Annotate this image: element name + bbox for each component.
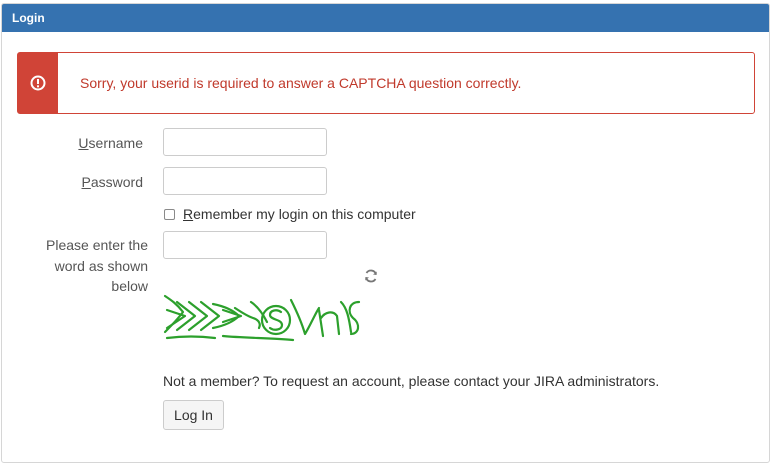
remember-me-checkbox[interactable] xyxy=(164,208,175,220)
captcha-image xyxy=(163,294,361,342)
refresh-icon[interactable] xyxy=(363,268,379,284)
captcha-label: Please enter the word as shown below xyxy=(46,237,148,294)
password-input[interactable] xyxy=(163,167,327,195)
captcha-input[interactable] xyxy=(163,231,327,259)
login-button[interactable]: Log In xyxy=(163,400,224,430)
error-message: Sorry, your userid is required to answer… xyxy=(80,75,522,91)
error-alert: Sorry, your userid is required to answer… xyxy=(17,52,755,114)
username-label-accesskey: U xyxy=(78,135,89,151)
request-account-text: Not a member? To request an account, ple… xyxy=(163,373,660,389)
error-icon xyxy=(30,75,46,91)
login-panel: Login Sorry, your userid is required to … xyxy=(1,3,770,463)
remember-me-label[interactable]: Remember my login on this computer xyxy=(183,206,416,222)
remember-me-accesskey: R xyxy=(183,206,194,222)
remember-me-text: emember my login on this computer xyxy=(193,206,416,222)
password-label-accesskey: P xyxy=(81,174,91,190)
panel-title: Login xyxy=(2,4,769,32)
password-label-text: assword xyxy=(90,174,143,190)
username-label-text: sername xyxy=(88,135,143,151)
alert-icon-box xyxy=(18,53,58,113)
username-label: Username xyxy=(78,135,143,151)
password-label: Password xyxy=(82,174,143,190)
remember-me-row[interactable]: Remember my login on this computer xyxy=(164,205,416,223)
username-input[interactable] xyxy=(163,128,327,156)
